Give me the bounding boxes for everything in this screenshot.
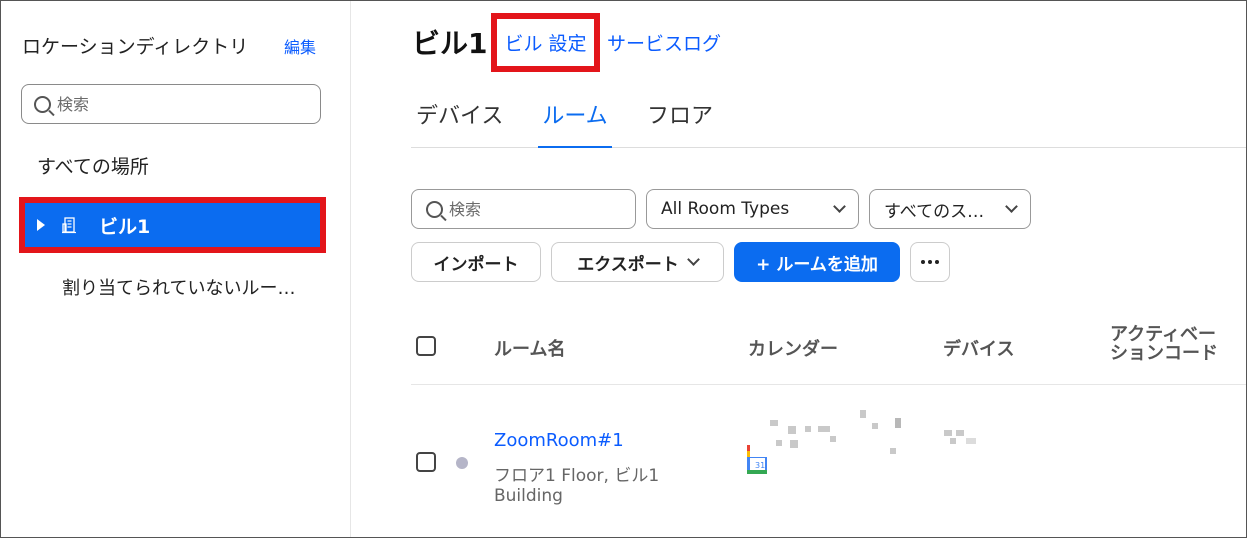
- add-room-button[interactable]: + ルームを追加: [734, 242, 900, 282]
- search-icon: [426, 200, 443, 218]
- sidebar-item-all-locations[interactable]: すべての場所: [37, 152, 149, 179]
- building-icon: [62, 217, 76, 234]
- more-actions-button[interactable]: [910, 242, 950, 282]
- sidebar-search[interactable]: [21, 84, 321, 124]
- page-title: ビル1: [412, 27, 488, 60]
- sidebar-title: ロケーションディレクトリ: [22, 36, 249, 58]
- building-settings-link[interactable]: ビル 設定: [504, 29, 586, 56]
- tab-rooms[interactable]: ルーム: [538, 98, 612, 148]
- column-header-activation-code[interactable]: アクティベー ションコード: [1110, 325, 1218, 363]
- location-sidebar: ロケーションディレクトリ 編集 すべての場所 ビル1 割り当てられていないルー…: [0, 0, 351, 538]
- room-search[interactable]: [411, 189, 636, 229]
- highlight-frame-building: ビル1: [19, 197, 326, 253]
- room-search-input[interactable]: [449, 199, 619, 219]
- service-log-link[interactable]: サービスログ: [607, 29, 721, 56]
- room-type-select[interactable]: All Room Types: [646, 189, 859, 229]
- column-header-devices[interactable]: デバイス: [943, 335, 1014, 361]
- table-divider: [411, 384, 1247, 385]
- search-icon: [34, 95, 51, 113]
- chevron-down-icon: [833, 200, 846, 213]
- select-all-checkbox[interactable]: [416, 336, 436, 356]
- column-header-room-name[interactable]: ルーム名: [494, 335, 565, 361]
- status-select[interactable]: すべてのス…: [869, 189, 1031, 229]
- tab-devices[interactable]: デバイス: [416, 98, 503, 148]
- room-location: フロア1 Floor, ビル1 Building: [494, 466, 660, 506]
- more-dots-icon: [921, 260, 939, 264]
- sidebar-item-building-label: ビル1: [99, 215, 151, 238]
- google-calendar-icon: 31: [747, 445, 767, 474]
- export-button-label: エクスポート: [577, 254, 679, 275]
- column-header-calendar[interactable]: カレンダー: [748, 335, 838, 361]
- room-type-value: All Room Types: [661, 199, 790, 219]
- status-value: すべてのス…: [884, 201, 985, 222]
- room-name-link[interactable]: ZoomRoom#1: [494, 430, 624, 451]
- chevron-down-icon: [1005, 200, 1018, 213]
- svg-text:31: 31: [755, 461, 765, 470]
- import-button[interactable]: インポート: [411, 242, 541, 282]
- chevron-down-icon: [686, 253, 700, 266]
- expand-triangle-icon[interactable]: [37, 219, 45, 231]
- sidebar-search-input[interactable]: [57, 94, 297, 114]
- export-button[interactable]: エクスポート: [551, 242, 724, 282]
- status-dot-icon: [456, 457, 468, 469]
- sidebar-item-unassigned-rooms[interactable]: 割り当てられていないルー…: [62, 274, 332, 300]
- sidebar-item-building[interactable]: ビル1: [25, 203, 320, 247]
- row-checkbox[interactable]: [416, 452, 436, 472]
- tab-bar: デバイス ルーム フロア: [411, 98, 1247, 148]
- tab-floors[interactable]: フロア: [647, 98, 713, 148]
- edit-link[interactable]: 編集: [284, 34, 316, 58]
- highlight-frame-settings: ビル 設定: [491, 13, 600, 72]
